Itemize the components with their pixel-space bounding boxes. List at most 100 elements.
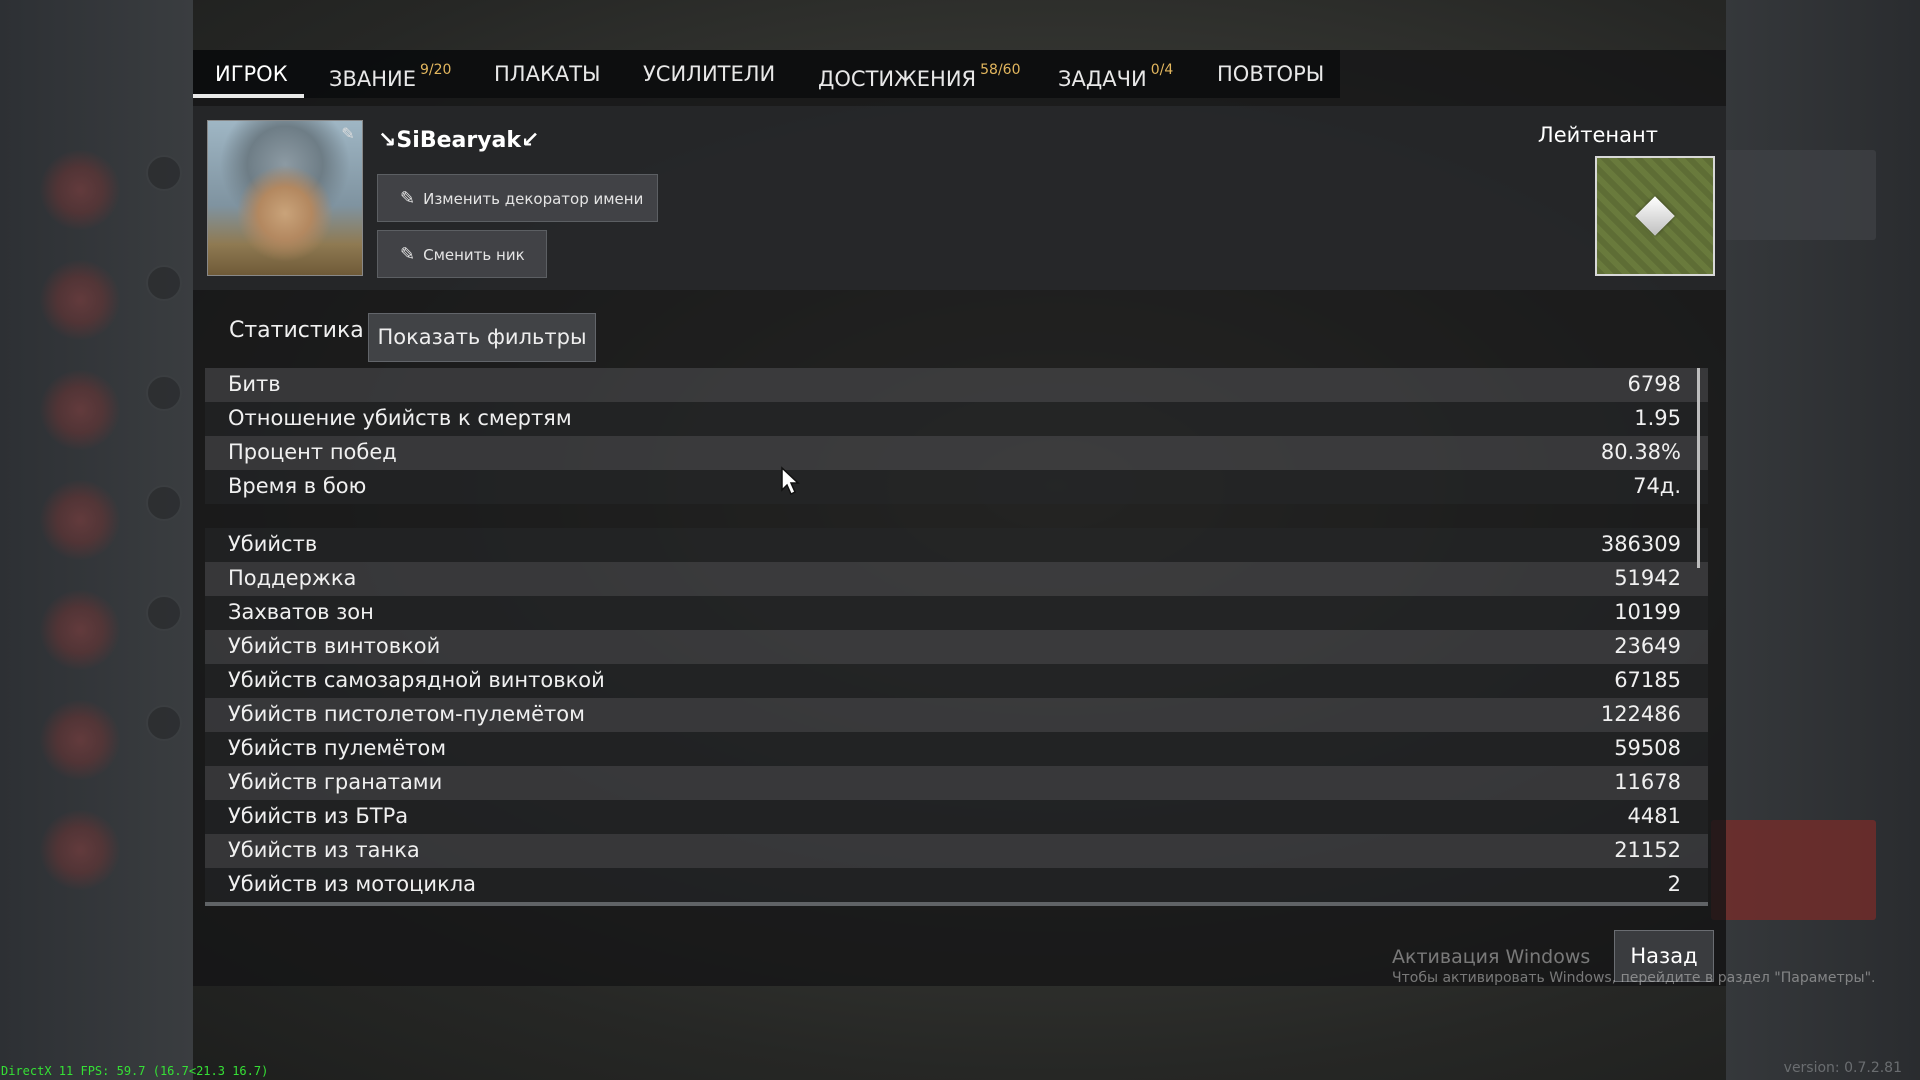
row-label: Убийств самозарядной винтовкой [228, 668, 605, 692]
row-value: 74д. [1633, 474, 1681, 498]
button-label: Сменить ник [423, 246, 525, 264]
row-label: Убийств винтовкой [228, 634, 441, 658]
row-label: Захватов зон [228, 600, 374, 624]
tab-replays[interactable]: ПОВТОРЫ [1217, 50, 1324, 98]
background-right-card [1711, 150, 1876, 240]
row-label: Убийств из мотоцикла [228, 872, 477, 896]
row-label: Убийств [228, 532, 318, 556]
active-tab-indicator [193, 94, 304, 98]
background-circle [146, 375, 182, 411]
row-value: 67185 [1614, 668, 1681, 692]
player-nickname: ↘SiBearyak↙ [378, 128, 540, 153]
row-label: Время в бою [228, 474, 367, 498]
rank-diamond-icon [1635, 196, 1675, 236]
table-row: Захватов зон 10199 [205, 596, 1708, 630]
row-value: 10199 [1614, 600, 1681, 624]
background-circle [146, 485, 182, 521]
tab-label: УСИЛИТЕЛИ [643, 62, 776, 86]
tab-boosters[interactable]: УСИЛИТЕЛИ [643, 50, 775, 98]
row-value: 6798 [1627, 372, 1681, 396]
tab-label: ДОСТИЖЕНИЯ [818, 67, 977, 91]
background-poster-thumb [40, 480, 120, 560]
row-value: 2 [1667, 872, 1681, 896]
row-label: Процент побед [228, 440, 397, 464]
table-row: Убийств самозарядной винтовкой 67185 [205, 664, 1708, 698]
rank-badge[interactable] [1595, 156, 1715, 276]
tab-posters[interactable]: ПЛАКАТЫ [494, 50, 601, 98]
pencil-icon[interactable]: ✎ [338, 124, 358, 144]
table-bottom-border [205, 902, 1708, 906]
row-label: Убийств гранатами [228, 770, 443, 794]
row-label: Поддержка [228, 566, 357, 590]
tab-bar: ИГРОК ЗВАНИЕ 9/20 ПЛАКАТЫ УСИЛИТЕЛИ ДОСТИ… [193, 50, 1340, 98]
table-row: Убийств из танка 21152 [205, 834, 1708, 868]
background-poster-thumb [40, 700, 120, 780]
windows-activation-watermark: Активация Windows Чтобы активировать Win… [1392, 946, 1875, 986]
tab-badge: 0/4 [1150, 62, 1174, 78]
row-value: 11678 [1614, 770, 1681, 794]
change-decorator-button[interactable]: ✎ Изменить декоратор имени [377, 174, 658, 222]
background-poster-thumb [40, 590, 120, 670]
table-row: Поддержка 51942 [205, 562, 1708, 596]
tab-achievements[interactable]: ДОСТИЖЕНИЯ 58/60 [818, 50, 1020, 98]
row-value: 1.95 [1634, 406, 1681, 430]
background-circle [146, 265, 182, 301]
pencil-icon: ✎ [400, 188, 416, 209]
background-poster-thumb [40, 370, 120, 450]
change-nick-button[interactable]: ✎ Сменить ник [377, 230, 547, 278]
tab-rank[interactable]: ЗВАНИЕ 9/20 [329, 50, 451, 98]
watermark-subtitle: Чтобы активировать Windows, перейдите в … [1392, 970, 1876, 986]
row-value: 51942 [1614, 566, 1681, 590]
fps-counter: DirectX 11 FPS: 59.7 (16.7<21.3 16.7) [1, 1064, 269, 1078]
table-row: Убийств пистолетом-пулемётом 122486 [205, 698, 1708, 732]
row-value: 80.38% [1600, 440, 1681, 464]
background-right-card [1711, 820, 1876, 920]
tab-label: ПЛАКАТЫ [494, 62, 601, 86]
row-label: Убийств из танка [228, 838, 420, 862]
table-row: Битв 6798 [205, 368, 1708, 402]
row-value: 4481 [1627, 804, 1681, 828]
row-label: Битв [228, 372, 281, 396]
table-row: Убийств из мотоцикла 2 [205, 868, 1708, 902]
table-row: Процент побед 80.38% [205, 436, 1708, 470]
table-row: Убийств пулемётом 59508 [205, 732, 1708, 766]
stats-scrollbar[interactable] [1697, 368, 1700, 568]
watermark-title: Активация Windows [1392, 946, 1591, 968]
tab-label: ПОВТОРЫ [1217, 62, 1325, 86]
mouse-cursor-icon [781, 466, 800, 496]
tab-badge: 9/20 [420, 62, 452, 78]
version-label: version: 0.7.2.81 [1783, 1060, 1902, 1076]
table-row: Убийств 386309 [205, 528, 1708, 562]
table-row: Отношение убийств к смертям 1.95 [205, 402, 1708, 436]
profile-panel: ИГРОК ЗВАНИЕ 9/20 ПЛАКАТЫ УСИЛИТЕЛИ ДОСТИ… [193, 50, 1726, 986]
row-value: 386309 [1600, 532, 1681, 556]
row-label: Убийств пистолетом-пулемётом [228, 702, 585, 726]
rank-title: Лейтенант [1537, 123, 1658, 147]
row-value: 21152 [1614, 838, 1681, 862]
table-row: Убийств из БТРа 4481 [205, 800, 1708, 834]
tab-tasks[interactable]: ЗАДАЧИ 0/4 [1058, 50, 1173, 98]
tab-badge: 58/60 [980, 62, 1021, 78]
background-circle [146, 155, 182, 191]
stats-label: Статистика [229, 318, 364, 343]
background-poster-thumb [40, 150, 120, 230]
row-label: Убийств из БТРа [228, 804, 409, 828]
background-circle [146, 595, 182, 631]
background-circle [146, 705, 182, 741]
button-label: Изменить декоратор имени [423, 190, 644, 208]
show-filters-button[interactable]: Показать фильтры [368, 313, 596, 362]
background-poster-thumb [40, 810, 120, 890]
stats-table: Битв 6798 Отношение убийств к смертям 1.… [205, 368, 1708, 908]
table-row: Время в бою 74д. [205, 470, 1708, 504]
pencil-icon: ✎ [400, 244, 416, 265]
row-value: 59508 [1614, 736, 1681, 760]
background-poster-thumb [40, 260, 120, 340]
tab-label: ЗАДАЧИ [1058, 67, 1147, 91]
row-value: 23649 [1614, 634, 1681, 658]
table-row: Убийств гранатами 11678 [205, 766, 1708, 800]
tab-label: ЗВАНИЕ [329, 67, 417, 91]
row-value: 122486 [1600, 702, 1681, 726]
tab-label: ИГРОК [215, 62, 288, 86]
tab-player[interactable]: ИГРОК [215, 50, 288, 98]
row-label: Убийств пулемётом [228, 736, 447, 760]
